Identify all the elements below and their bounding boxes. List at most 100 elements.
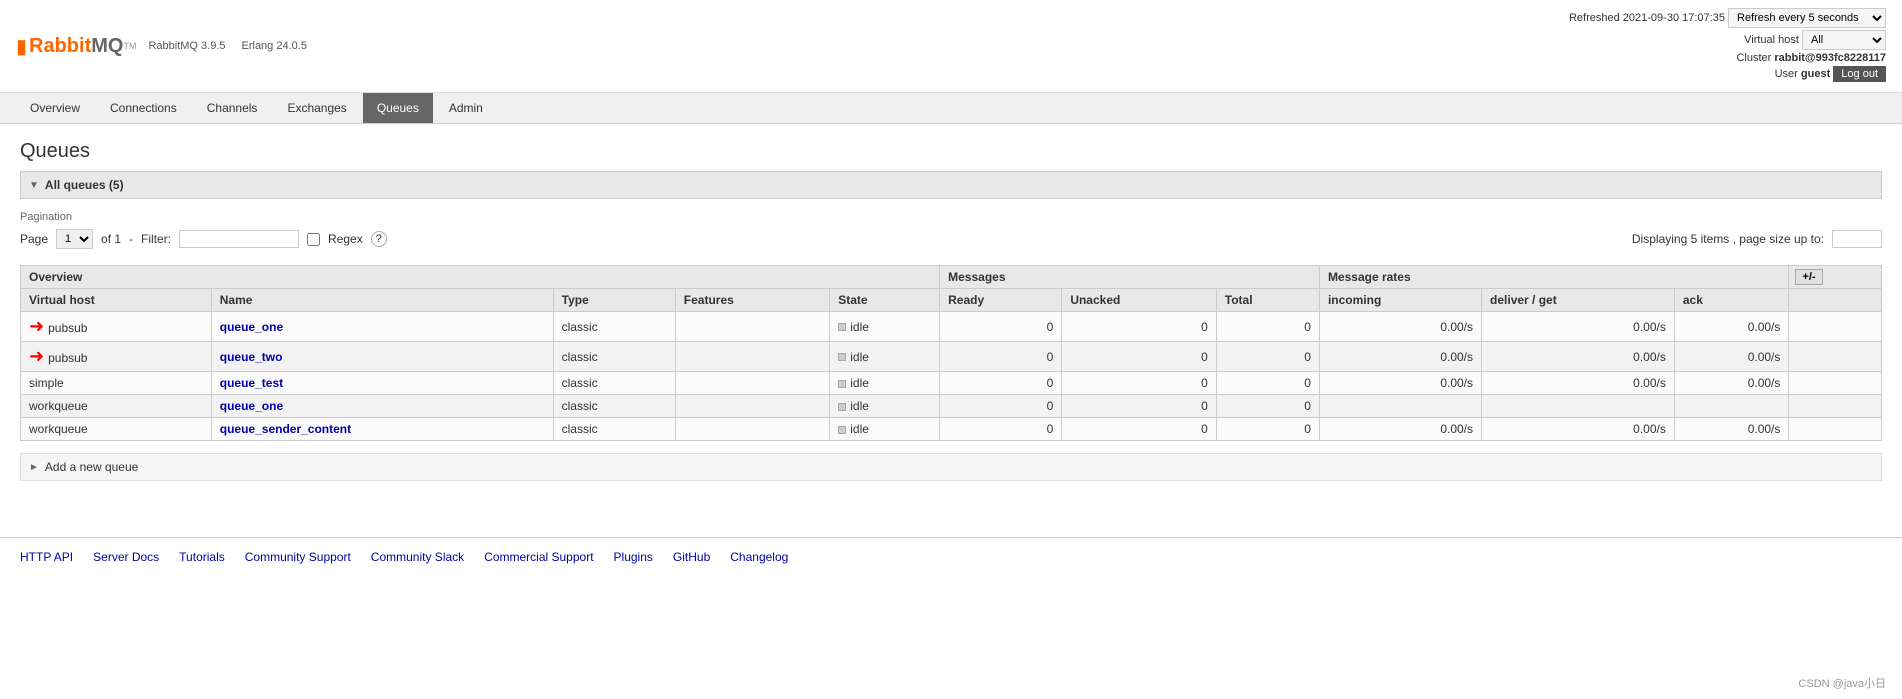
footer-link[interactable]: Tutorials	[179, 550, 225, 564]
of-label: of 1	[101, 232, 121, 246]
cluster-row: Cluster rabbit@993fc8228117	[1569, 52, 1886, 64]
cell-incoming: 0.00/s	[1319, 342, 1481, 372]
cell-ready: 0	[940, 372, 1062, 395]
col-unacked: Unacked	[1062, 289, 1216, 312]
footer-link[interactable]: Community Slack	[371, 550, 464, 564]
message-rates-group-header: Message rates	[1319, 266, 1788, 289]
page-size-input[interactable]: 100	[1832, 230, 1882, 248]
cluster-label: Cluster	[1736, 52, 1771, 64]
cell-extra	[1789, 312, 1882, 342]
cell-unacked: 0	[1062, 395, 1216, 418]
footer-link[interactable]: Commercial Support	[484, 550, 593, 564]
regex-label: Regex	[328, 232, 363, 246]
state-dot-icon	[838, 323, 846, 331]
cell-state: idle	[830, 342, 940, 372]
nav-admin[interactable]: Admin	[435, 93, 497, 123]
vhost-label: Virtual host	[1744, 34, 1799, 46]
pagination-row: Page 1 of 1 - Filter: Regex ? Displaying…	[20, 229, 1882, 249]
table-row: ➜pubsubqueue_twoclassicidle0000.00/s0.00…	[21, 342, 1882, 372]
cell-vhost: workqueue	[21, 395, 212, 418]
cell-type: classic	[553, 312, 675, 342]
footer-link[interactable]: HTTP API	[20, 550, 73, 564]
page-select[interactable]: 1	[56, 229, 93, 249]
cell-name[interactable]: queue_test	[211, 372, 553, 395]
table-row: workqueuequeue_oneclassicidle000	[21, 395, 1882, 418]
cell-vhost: simple	[21, 372, 212, 395]
cell-unacked: 0	[1062, 312, 1216, 342]
cell-type: classic	[553, 418, 675, 441]
footer-link[interactable]: GitHub	[673, 550, 710, 564]
cell-features	[675, 342, 829, 372]
help-icon[interactable]: ?	[371, 231, 387, 247]
cell-features	[675, 395, 829, 418]
col-name: Name	[211, 289, 553, 312]
footer-link[interactable]: Community Support	[245, 550, 351, 564]
cell-ready: 0	[940, 395, 1062, 418]
regex-checkbox[interactable]	[307, 233, 320, 246]
queue-name-link[interactable]: queue_sender_content	[220, 422, 351, 436]
add-queue-section[interactable]: ► Add a new queue	[20, 453, 1882, 481]
col-state: State	[830, 289, 940, 312]
nav-channels[interactable]: Channels	[193, 93, 272, 123]
footer: HTTP API Server Docs Tutorials Community Su…	[0, 537, 1902, 576]
queue-name-link[interactable]: queue_one	[220, 399, 283, 413]
cell-total: 0	[1216, 372, 1319, 395]
page-title: Queues	[20, 140, 1882, 163]
logout-button[interactable]: Log out	[1833, 66, 1886, 82]
filter-input[interactable]	[179, 230, 299, 248]
nav-overview[interactable]: Overview	[16, 93, 94, 123]
page-label: Page	[20, 232, 48, 246]
refresh-select[interactable]: Refresh every 5 seconds Refresh every 10…	[1728, 8, 1886, 28]
cell-ready: 0	[940, 312, 1062, 342]
cell-state: idle	[830, 312, 940, 342]
erlang-version: Erlang 24.0.5	[242, 40, 307, 52]
table-row: simplequeue_testclassicidle0000.00/s0.00…	[21, 372, 1882, 395]
queue-name-link[interactable]: queue_two	[220, 350, 283, 364]
queues-table-wrapper: Overview Messages Message rates +/- Virt…	[20, 265, 1882, 441]
plus-minus-button[interactable]: +/-	[1795, 269, 1822, 285]
rabbitmq-version: RabbitMQ 3.9.5	[148, 40, 225, 52]
nav-queues[interactable]: Queues	[363, 93, 433, 123]
cell-extra	[1789, 342, 1882, 372]
state-dot-icon	[838, 403, 846, 411]
col-virtual-host: Virtual host	[21, 289, 212, 312]
user-label: User	[1775, 68, 1798, 80]
footer-link[interactable]: Server Docs	[93, 550, 159, 564]
cell-incoming: 0.00/s	[1319, 312, 1481, 342]
queue-name-link[interactable]: queue_test	[220, 376, 283, 390]
cell-name[interactable]: queue_sender_content	[211, 418, 553, 441]
cell-ack	[1674, 395, 1789, 418]
col-incoming: incoming	[1319, 289, 1481, 312]
arrow-indicator-icon: ➜	[29, 316, 44, 337]
pagination-right: Displaying 5 items , page size up to: 10…	[1632, 230, 1882, 248]
cell-features	[675, 372, 829, 395]
refreshed-label: Refreshed 2021-09-30 17:07:35	[1569, 12, 1725, 24]
vhost-select[interactable]: All / pubsub simple workqueue	[1802, 30, 1886, 50]
cell-name[interactable]: queue_two	[211, 342, 553, 372]
cell-deliver-get: 0.00/s	[1482, 312, 1675, 342]
nav-connections[interactable]: Connections	[96, 93, 191, 123]
nav-exchanges[interactable]: Exchanges	[273, 93, 360, 123]
navigation: Overview Connections Channels Exchanges …	[0, 93, 1902, 124]
cluster-name: rabbit@993fc8228117	[1774, 52, 1886, 64]
all-queues-section-header[interactable]: ▼ All queues (5)	[20, 171, 1882, 199]
col-ack: ack	[1674, 289, 1789, 312]
version-info: RabbitMQ 3.9.5 Erlang 24.0.5	[148, 40, 306, 52]
top-right-panel: Refreshed 2021-09-30 17:07:35 Refresh ev…	[1569, 8, 1886, 84]
footer-link[interactable]: Plugins	[614, 550, 653, 564]
cell-features	[675, 418, 829, 441]
cell-name[interactable]: queue_one	[211, 395, 553, 418]
logo: ▮ RabbitMQTM	[16, 34, 136, 59]
queue-name-link[interactable]: queue_one	[220, 320, 283, 334]
all-queues-label: All queues (5)	[45, 178, 124, 192]
queues-table: Overview Messages Message rates +/- Virt…	[20, 265, 1882, 441]
messages-group-header: Messages	[940, 266, 1320, 289]
cell-extra	[1789, 372, 1882, 395]
cell-name[interactable]: queue_one	[211, 312, 553, 342]
displaying-label: Displaying 5 items , page size up to:	[1632, 232, 1824, 246]
footer-link[interactable]: Changelog	[730, 550, 788, 564]
cell-total: 0	[1216, 418, 1319, 441]
cell-state: idle	[830, 372, 940, 395]
watermark: CSDN @java小日	[1798, 675, 1886, 691]
pagination-label: Pagination	[20, 211, 1882, 223]
